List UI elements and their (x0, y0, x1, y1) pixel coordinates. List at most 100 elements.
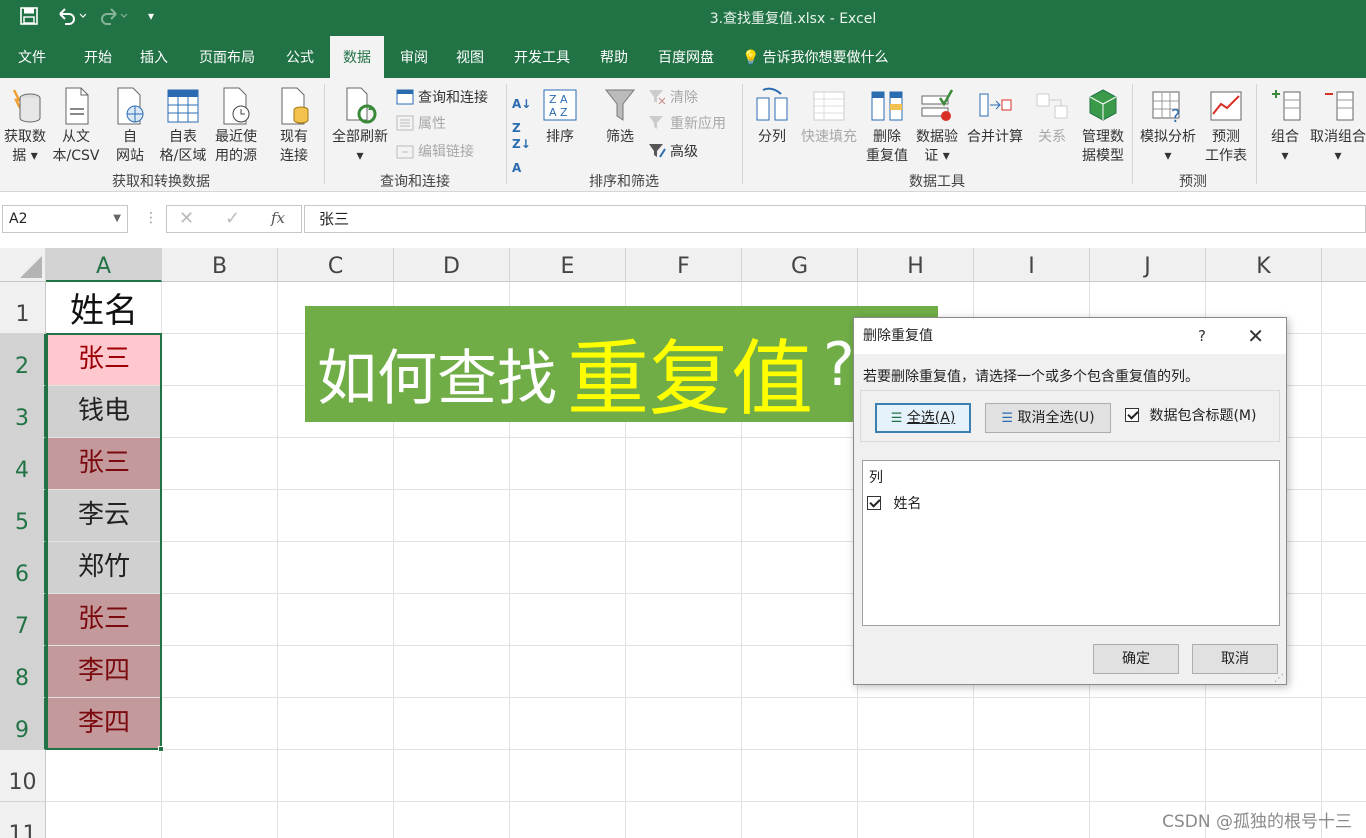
column-header-k[interactable]: K (1206, 248, 1322, 282)
existing-connections-button[interactable]: 现有 连接 (268, 86, 320, 166)
edit-links-button[interactable]: 编辑链接 (396, 140, 474, 164)
tab-view[interactable]: 视图 (446, 36, 494, 78)
column-header-f[interactable]: F (626, 248, 742, 282)
chevron-down-icon: ▼ (113, 213, 121, 224)
column-header-a[interactable]: A (46, 248, 162, 282)
manage-data-model-button[interactable]: 管理数 据模型 (1076, 86, 1130, 166)
tab-baidu-netdisk[interactable]: 百度网盘 (648, 36, 724, 78)
row-header-7[interactable]: 7 (0, 594, 46, 646)
unselect-all-button[interactable]: ☰ 取消全选(U) (985, 403, 1111, 433)
group-separator (506, 84, 507, 184)
text-to-columns-button[interactable]: 分列 (748, 86, 796, 147)
fill-handle[interactable] (158, 746, 164, 752)
tab-data[interactable]: 数据 (330, 36, 384, 78)
selection-border (46, 333, 162, 750)
checkbox-checked-icon (867, 496, 881, 510)
queries-connections-button[interactable]: 查询和连接 (396, 86, 488, 110)
clear-filter-button[interactable]: 清除 (648, 86, 698, 110)
confirm-entry-icon[interactable]: ✓ (225, 208, 240, 229)
what-if-analysis-button[interactable]: ? 模拟分析 ▾ (1136, 86, 1200, 166)
advanced-filter-button[interactable]: 高级 (648, 140, 698, 164)
row-header-6[interactable]: 6 (0, 542, 46, 594)
group-separator (1132, 84, 1133, 184)
relationships-button[interactable]: 关系 (1030, 86, 1074, 147)
column-header-l[interactable] (1322, 248, 1366, 282)
column-header-d[interactable]: D (394, 248, 510, 282)
tab-review[interactable]: 审阅 (390, 36, 438, 78)
banner-prefix-text: 如何查找 (317, 344, 557, 414)
group-label-sort-filter: 排序和筛选 (589, 174, 659, 190)
more-options-icon: ⋮ (144, 210, 158, 226)
column-header-i[interactable]: I (974, 248, 1090, 282)
tab-page-layout[interactable]: 页面布局 (186, 36, 268, 78)
column-header-g[interactable]: G (742, 248, 858, 282)
row-header-8[interactable]: 8 (0, 646, 46, 698)
group-separator (324, 84, 325, 184)
column-checkbox-name[interactable]: 姓名 (867, 493, 921, 513)
row-header-5[interactable]: 5 (0, 490, 46, 542)
svg-text:A Z: A Z (549, 106, 568, 119)
recent-sources-button[interactable]: 最近使 用的源 (210, 86, 262, 166)
grid-line (1321, 282, 1322, 838)
refresh-all-button[interactable]: 全部刷新 ▾ (328, 86, 392, 166)
tab-file[interactable]: 文件 (8, 36, 56, 78)
get-data-button[interactable]: 获取数 据 ▾ (0, 86, 50, 166)
tell-me-box[interactable]: 💡 告诉我你想要做什么 (742, 36, 912, 78)
cancel-button[interactable]: 取消 (1192, 644, 1278, 674)
cancel-entry-icon[interactable]: ✕ (179, 208, 194, 229)
insert-function-icon[interactable]: fx (271, 209, 285, 227)
row-header-11[interactable]: 11 (0, 802, 46, 838)
column-header-e[interactable]: E (510, 248, 626, 282)
column-header-b[interactable]: B (162, 248, 278, 282)
filter-button[interactable]: 筛选 (600, 86, 640, 147)
title-banner[interactable]: 如何查找 重复值 ? (305, 306, 938, 427)
column-header-c[interactable]: C (278, 248, 394, 282)
from-web-button[interactable]: 自 网站 (106, 86, 154, 166)
group-rows-icon (1268, 86, 1302, 126)
row-header-2[interactable]: 2 (0, 334, 46, 386)
resize-grip-icon[interactable]: ⋰ (1274, 673, 1284, 684)
column-header-h[interactable]: H (858, 248, 974, 282)
sort-a-to-z-button[interactable]: A↓ Z (512, 92, 531, 135)
from-csv-button[interactable]: 从文 本/CSV (50, 86, 102, 166)
reapply-button[interactable]: 重新应用 (648, 112, 726, 136)
tab-formulas[interactable]: 公式 (276, 36, 324, 78)
sort-descending-icon: Z↓ A (512, 137, 531, 175)
row-header-3[interactable]: 3 (0, 386, 46, 438)
grid-line (46, 697, 1366, 698)
row-header-1[interactable]: 1 (0, 282, 46, 334)
row-header-9[interactable]: 9 (0, 698, 46, 750)
row-header-4[interactable]: 4 (0, 438, 46, 490)
group-button[interactable]: 组合 ▾ (1262, 86, 1308, 166)
forecast-sheet-button[interactable]: 预测 工作表 (1200, 86, 1252, 166)
reapply-icon (648, 115, 666, 131)
formula-input[interactable]: 张三 (304, 205, 1366, 233)
group-label-forecast: 预测 (1179, 174, 1207, 190)
help-icon[interactable]: ? (1198, 318, 1206, 354)
properties-button[interactable]: 属性 (396, 112, 446, 136)
remove-duplicates-button[interactable]: 删除 重复值 (862, 86, 912, 166)
row-header-10[interactable]: 10 (0, 750, 46, 802)
from-table-button[interactable]: 自表 格/区域 (154, 86, 212, 166)
tab-help[interactable]: 帮助 (590, 36, 638, 78)
has-headers-checkbox[interactable]: 数据包含标题(M) (1125, 405, 1256, 425)
consolidate-button[interactable]: 合并计算 (962, 86, 1028, 147)
group-label-data-tools: 数据工具 (909, 174, 965, 190)
data-validation-button[interactable]: 数据验 证 ▾ (912, 86, 962, 166)
tab-insert[interactable]: 插入 (130, 36, 178, 78)
column-header-j[interactable]: J (1090, 248, 1206, 282)
cell-a1[interactable]: 姓名 (47, 282, 161, 333)
flash-fill-button[interactable]: 快速填充 (796, 86, 862, 147)
sort-z-to-a-button[interactable]: Z↓ A (512, 132, 531, 175)
select-all-button[interactable]: ☰ 全选(A) (875, 403, 971, 433)
tab-home[interactable]: 开始 (74, 36, 122, 78)
tab-developer[interactable]: 开发工具 (504, 36, 580, 78)
select-all-corner[interactable] (0, 248, 46, 282)
close-icon[interactable]: ✕ (1247, 318, 1264, 354)
sort-button[interactable]: Z AA Z 排序 (540, 86, 580, 147)
name-box[interactable]: A2 ▼ (2, 205, 128, 233)
properties-icon (396, 115, 414, 131)
ok-button[interactable]: 确定 (1093, 644, 1179, 674)
window-title: 3.查找重复值.xlsx - Excel (709, 11, 877, 27)
ungroup-button[interactable]: 取消组合 ▾ (1310, 86, 1366, 166)
